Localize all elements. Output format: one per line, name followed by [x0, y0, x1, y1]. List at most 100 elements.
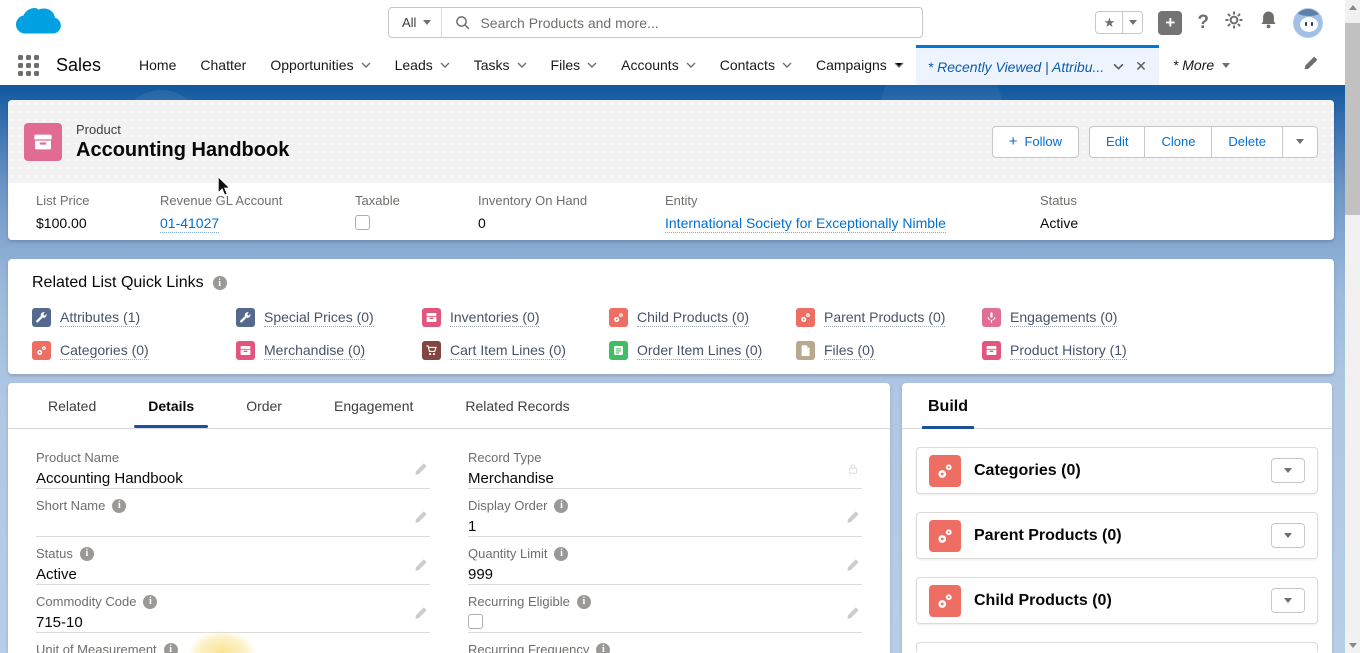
microphone-icon [982, 308, 1001, 327]
global-search[interactable]: All Search Products and more... [388, 7, 923, 38]
quick-link-cart-item-lines[interactable]: Cart Item Lines (0) [422, 341, 609, 360]
setup-gear-button[interactable] [1224, 10, 1244, 35]
plus-icon: + [1009, 133, 1018, 150]
wrench-icon [236, 308, 255, 327]
info-icon: i [143, 595, 157, 609]
quick-link-engagements[interactable]: Engagements (0) [982, 308, 1310, 327]
edit-pencil-icon[interactable] [846, 558, 860, 577]
quick-link-order-item-lines[interactable]: Order Item Lines (0) [609, 341, 796, 360]
build-section-child-products[interactable]: Child Products (0) [916, 577, 1318, 624]
nav-tab-recently-viewed-active[interactable]: * Recently Viewed | Attribu... ✕ [916, 45, 1159, 85]
nav-item-home[interactable]: Home [127, 57, 188, 73]
nav-item-accounts[interactable]: Accounts [609, 57, 708, 73]
expand-section-button[interactable] [1271, 458, 1305, 483]
quick-link-files[interactable]: Files (0) [796, 341, 982, 360]
user-avatar[interactable] [1293, 8, 1323, 38]
info-icon: i [554, 547, 568, 561]
build-section-categories[interactable]: Categories (0) [916, 447, 1318, 494]
nav-item-files[interactable]: Files [539, 57, 610, 73]
taxable-checkbox[interactable] [355, 215, 370, 230]
quick-link-categories[interactable]: Categories (0) [32, 341, 236, 360]
tab-related[interactable]: Related [22, 383, 122, 428]
expand-section-button[interactable] [1271, 523, 1305, 548]
info-icon: i [596, 643, 610, 653]
form-field-recurring-eligible: Recurring Eligiblei [468, 585, 862, 633]
edit-pencil-icon[interactable] [414, 606, 428, 625]
quick-link-merchandise[interactable]: Merchandise (0) [236, 341, 422, 360]
object-label: Product [76, 122, 289, 137]
mouse-cursor [216, 176, 232, 202]
order-lines-icon [609, 341, 628, 360]
salesforce-logo [12, 4, 68, 47]
quick-link-inventories[interactable]: Inventories (0) [422, 308, 609, 327]
record-action-group: Edit Clone Delete [1089, 126, 1318, 158]
chevron-down-icon [517, 62, 527, 68]
close-tab-icon[interactable]: ✕ [1133, 58, 1147, 75]
chevron-down-icon[interactable] [1113, 63, 1124, 70]
nav-item-opportunities[interactable]: Opportunities [258, 57, 382, 73]
global-actions-button[interactable]: + [1158, 11, 1182, 35]
quick-link-parent-products[interactable]: Parent Products (0) [796, 308, 982, 327]
edit-pencil-icon[interactable] [846, 510, 860, 529]
app-launcher-icon[interactable] [18, 55, 39, 76]
cart-icon [422, 341, 441, 360]
chevron-down-icon [1284, 598, 1292, 603]
nav-item-tasks[interactable]: Tasks [462, 57, 539, 73]
quick-link-attributes[interactable]: Attributes (1) [32, 308, 236, 327]
quick-link-child-products[interactable]: Child Products (0) [609, 308, 796, 327]
edit-navigation-pencil-button[interactable] [1303, 55, 1319, 76]
search-placeholder: Search Products and more... [480, 15, 658, 31]
build-section-parent-products[interactable]: Parent Products (0) [916, 512, 1318, 559]
expand-section-button[interactable] [1271, 588, 1305, 613]
form-field-short-name: Short Namei [36, 489, 430, 537]
entity-link[interactable]: International Society for Exceptionally … [665, 215, 946, 233]
edit-pencil-icon[interactable] [846, 606, 860, 625]
info-icon: i [577, 595, 591, 609]
related-list-quick-links-card: Related List Quick Links i Attributes (1… [8, 259, 1334, 374]
scroll-up-arrow[interactable] [1345, 0, 1360, 15]
form-field-status: Statusi Active [36, 537, 430, 585]
scroll-down-arrow[interactable] [1345, 638, 1360, 653]
favorite-star-button[interactable]: ★ [1096, 12, 1123, 33]
quick-link-product-history[interactable]: Product History (1) [982, 341, 1310, 360]
detail-tabs: Related Details Order Engagement Related… [8, 383, 890, 429]
file-icon [796, 341, 815, 360]
gears-icon [796, 308, 815, 327]
tab-details[interactable]: Details [122, 383, 220, 428]
chevron-down-icon [1222, 63, 1230, 68]
nav-more-menu[interactable]: * More [1159, 57, 1244, 73]
scrollbar-thumb[interactable] [1345, 23, 1360, 215]
favorites-menu-button[interactable] [1123, 12, 1142, 33]
tab-engagement[interactable]: Engagement [308, 383, 439, 428]
pencil-icon [1303, 55, 1319, 71]
recurring-eligible-checkbox[interactable] [468, 614, 483, 629]
notifications-button[interactable] [1259, 10, 1278, 35]
help-button[interactable]: ? [1197, 12, 1209, 34]
gears-icon [609, 308, 628, 327]
edit-pencil-icon[interactable] [414, 462, 428, 481]
product-box-icon [982, 341, 1001, 360]
follow-button[interactable]: + Follow [992, 126, 1079, 158]
nav-item-contacts[interactable]: Contacts [708, 57, 804, 73]
delete-button[interactable]: Delete [1211, 126, 1282, 158]
edit-pencil-icon[interactable] [414, 510, 428, 529]
search-scope-selector[interactable]: All [389, 8, 442, 37]
nav-item-leads[interactable]: Leads [383, 57, 462, 73]
quick-link-special-prices[interactable]: Special Prices (0) [236, 308, 422, 327]
product-box-icon [422, 308, 441, 327]
edit-button[interactable]: Edit [1089, 126, 1144, 158]
more-actions-button[interactable] [1282, 126, 1318, 158]
clone-button[interactable]: Clone [1144, 126, 1211, 158]
nav-item-campaigns[interactable]: Campaigns [804, 57, 916, 73]
favorites-button-group: ★ [1095, 11, 1143, 34]
field-status: Status Active [1040, 193, 1088, 233]
tab-build[interactable]: Build [922, 383, 974, 429]
edit-pencil-icon[interactable] [414, 558, 428, 577]
tab-related-records[interactable]: Related Records [439, 383, 595, 428]
revenue-gl-account-link[interactable]: 01-41027 [160, 215, 219, 233]
build-panel-card: Build Categories (0) Parent Products (0)… [902, 383, 1332, 653]
nav-item-chatter[interactable]: Chatter [188, 57, 258, 73]
page-scrollbar[interactable] [1345, 0, 1360, 653]
tab-order[interactable]: Order [220, 383, 308, 428]
chevron-down-icon [782, 62, 792, 68]
